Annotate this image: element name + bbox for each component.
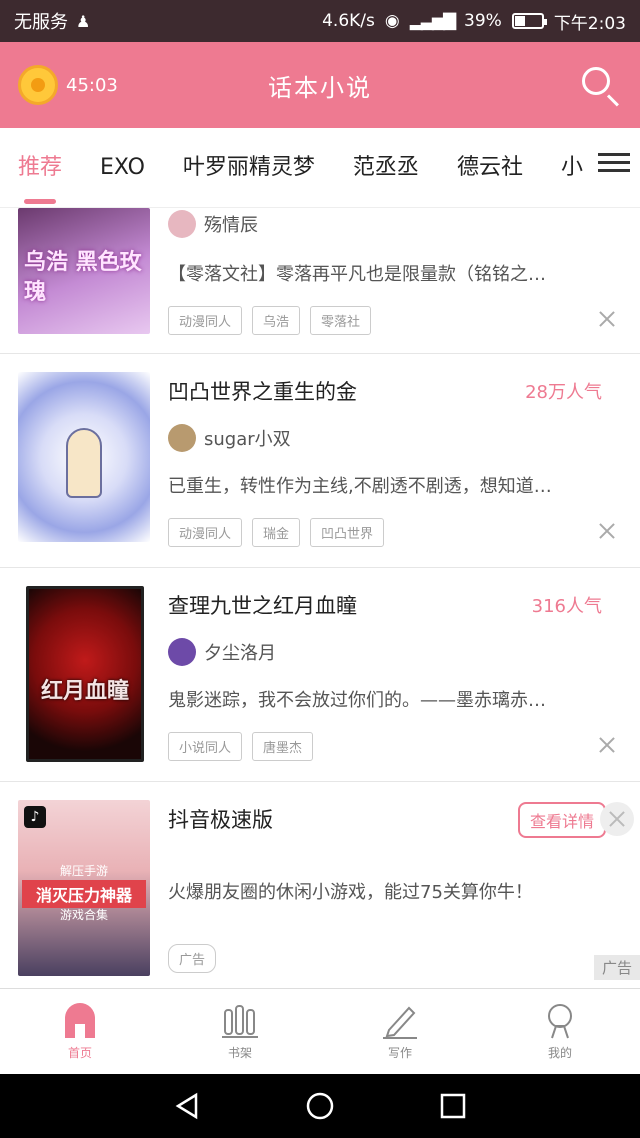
avatar bbox=[168, 424, 196, 452]
story-cover[interactable]: 乌浩 黑色玫瑰 bbox=[18, 208, 150, 334]
tab-more-partial[interactable]: 小 bbox=[561, 128, 583, 207]
story-feed: 乌浩 黑色玫瑰 殇情辰 【零落文社】零落再平凡也是限量款（铭铭之… 动漫同人 乌… bbox=[0, 208, 640, 988]
author-name: 夕尘洛月 bbox=[204, 643, 276, 664]
tab-deyunshe[interactable]: 德云社 bbox=[457, 128, 523, 207]
nav-home[interactable]: 首页 bbox=[0, 989, 160, 1074]
home-circle-icon[interactable] bbox=[305, 1091, 335, 1121]
tag[interactable]: 零落社 bbox=[310, 306, 372, 335]
nav-label: 我的 bbox=[547, 1046, 572, 1060]
avatar bbox=[168, 210, 196, 238]
tab-fanchengcheng[interactable]: 范丞丞 bbox=[353, 128, 419, 207]
ad-close-icon[interactable] bbox=[600, 802, 634, 836]
battery-icon bbox=[511, 13, 547, 29]
tag[interactable]: 瑞金 bbox=[252, 518, 301, 547]
cover-figure bbox=[66, 428, 102, 498]
story-card[interactable]: 红月血瞳 查理九世之红月血瞳 316人气 夕尘洛月 鬼影迷踪，我不会放过你们的。… bbox=[0, 568, 640, 782]
search-icon bbox=[582, 67, 610, 95]
clock: 下午2:03 bbox=[553, 13, 626, 34]
tiktok-logo-icon: ♪ bbox=[24, 806, 46, 828]
story-cover[interactable] bbox=[18, 372, 150, 542]
ad-cover[interactable]: ♪ 解压手游 消灭压力神器 游戏合集 bbox=[18, 800, 150, 976]
ad-tag: 广告 bbox=[168, 944, 217, 973]
story-summary: 已重生，转性作为主线,不剧透不剧透，想知道… bbox=[168, 476, 552, 497]
story-title[interactable]: 查理九世之红月血瞳 bbox=[168, 590, 357, 620]
tab-exo[interactable]: EXO bbox=[100, 128, 145, 207]
tabs-menu-icon[interactable] bbox=[598, 148, 630, 178]
tag[interactable]: 动漫同人 bbox=[168, 518, 243, 547]
network-speed: 4.6K/s bbox=[322, 11, 375, 31]
popularity-count: 28万人气 bbox=[525, 382, 602, 403]
user-silhouette-icon: ♟ bbox=[76, 11, 91, 31]
dismiss-close-icon[interactable] bbox=[598, 310, 616, 328]
story-card[interactable]: 乌浩 黑色玫瑰 殇情辰 【零落文社】零落再平凡也是限量款（铭铭之… 动漫同人 乌… bbox=[0, 208, 640, 354]
battery-percent: 39% bbox=[464, 11, 502, 31]
timer-text: 45:03 bbox=[66, 74, 118, 96]
coin-timer-icon bbox=[18, 65, 58, 105]
app-header: 45:03 话本小说 bbox=[0, 42, 640, 128]
tag[interactable]: 乌浩 bbox=[252, 306, 301, 335]
system-nav-bar bbox=[0, 1074, 640, 1138]
nav-bookshelf[interactable]: 书架 bbox=[160, 989, 320, 1074]
pen-icon bbox=[383, 1006, 417, 1039]
cover-title-text: 乌浩 黑色玫瑰 bbox=[24, 250, 142, 305]
status-bar: 无服务 ♟ 4.6K/s ◉ ▂▃▅▇ 39% 下午2:03 bbox=[0, 0, 640, 42]
story-cover[interactable]: 红月血瞳 bbox=[26, 586, 144, 762]
ad-cover-line2: 消灭压力神器 bbox=[22, 880, 146, 908]
popularity-count: 316人气 bbox=[531, 596, 602, 617]
author-name: 殇情辰 bbox=[204, 215, 258, 236]
cover-title-text: 红月血瞳 bbox=[40, 679, 129, 704]
back-icon[interactable] bbox=[172, 1091, 202, 1121]
tag[interactable]: 凹凸世界 bbox=[310, 518, 385, 547]
nav-write[interactable]: 写作 bbox=[320, 989, 480, 1074]
ad-summary: 火爆朋友圈的休闲小游戏，能过75关算你牛！ bbox=[168, 882, 533, 903]
view-details-button[interactable]: 查看详情 bbox=[517, 802, 606, 838]
story-card[interactable]: 凹凸世界之重生的金 28万人气 sugar小双 已重生，转性作为主线,不剧透不剧… bbox=[0, 354, 640, 568]
bookshelf-icon bbox=[222, 1005, 258, 1038]
story-title[interactable]: 凹凸世界之重生的金 bbox=[168, 376, 357, 406]
tag[interactable]: 唐墨杰 bbox=[252, 732, 314, 761]
story-author[interactable]: sugar小双 bbox=[168, 424, 291, 452]
story-author[interactable]: 殇情辰 bbox=[168, 210, 258, 238]
profile-icon bbox=[548, 1004, 572, 1039]
search-button[interactable] bbox=[578, 63, 622, 107]
story-tags: 小说同人 唐墨杰 bbox=[168, 732, 314, 761]
nav-label: 书架 bbox=[227, 1046, 252, 1060]
tab-yeluoli[interactable]: 叶罗丽精灵梦 bbox=[183, 128, 315, 207]
ad-card[interactable]: ♪ 解压手游 消灭压力神器 游戏合集 抖音极速版 查看详情 火爆朋友圈的休闲小游… bbox=[0, 782, 640, 988]
ad-cover-line3: 游戏合集 bbox=[59, 908, 108, 922]
home-icon bbox=[65, 1003, 95, 1038]
story-tags: 动漫同人 乌浩 零落社 bbox=[168, 306, 372, 335]
story-summary: 鬼影迷踪，我不会放过你们的。——墨赤璃赤… bbox=[168, 690, 546, 711]
category-tabs: 推荐 EXO 叶罗丽精灵梦 范丞丞 德云社 小 bbox=[0, 128, 640, 208]
tag[interactable]: 动漫同人 bbox=[168, 306, 243, 335]
dismiss-close-icon[interactable] bbox=[598, 736, 616, 754]
nav-profile[interactable]: 我的 bbox=[480, 989, 640, 1074]
ad-label: 广告 bbox=[593, 955, 640, 980]
ad-tags: 广告 bbox=[168, 944, 217, 973]
ad-cover-line1: 解压手游 bbox=[59, 864, 108, 878]
recents-icon[interactable] bbox=[438, 1091, 468, 1121]
nav-label: 首页 bbox=[67, 1046, 92, 1060]
story-author[interactable]: 夕尘洛月 bbox=[168, 638, 276, 666]
bottom-nav: 首页 书架 写作 我的 bbox=[0, 988, 640, 1074]
dismiss-close-icon[interactable] bbox=[598, 522, 616, 540]
nav-label: 写作 bbox=[387, 1046, 412, 1060]
signal-icon: ▂▃▅▇ bbox=[409, 11, 456, 31]
ad-title[interactable]: 抖音极速版 bbox=[168, 804, 273, 834]
author-name: sugar小双 bbox=[204, 429, 291, 450]
tab-recommend[interactable]: 推荐 bbox=[18, 128, 62, 207]
carrier-text: 无服务 bbox=[14, 12, 68, 33]
tag[interactable]: 小说同人 bbox=[168, 732, 243, 761]
story-tags: 动漫同人 瑞金 凹凸世界 bbox=[168, 518, 385, 547]
wifi-icon: ◉ bbox=[384, 11, 400, 31]
reading-timer[interactable]: 45:03 bbox=[18, 65, 118, 105]
story-summary: 【零落文社】零落再平凡也是限量款（铭铭之… bbox=[168, 264, 546, 285]
avatar bbox=[168, 638, 196, 666]
